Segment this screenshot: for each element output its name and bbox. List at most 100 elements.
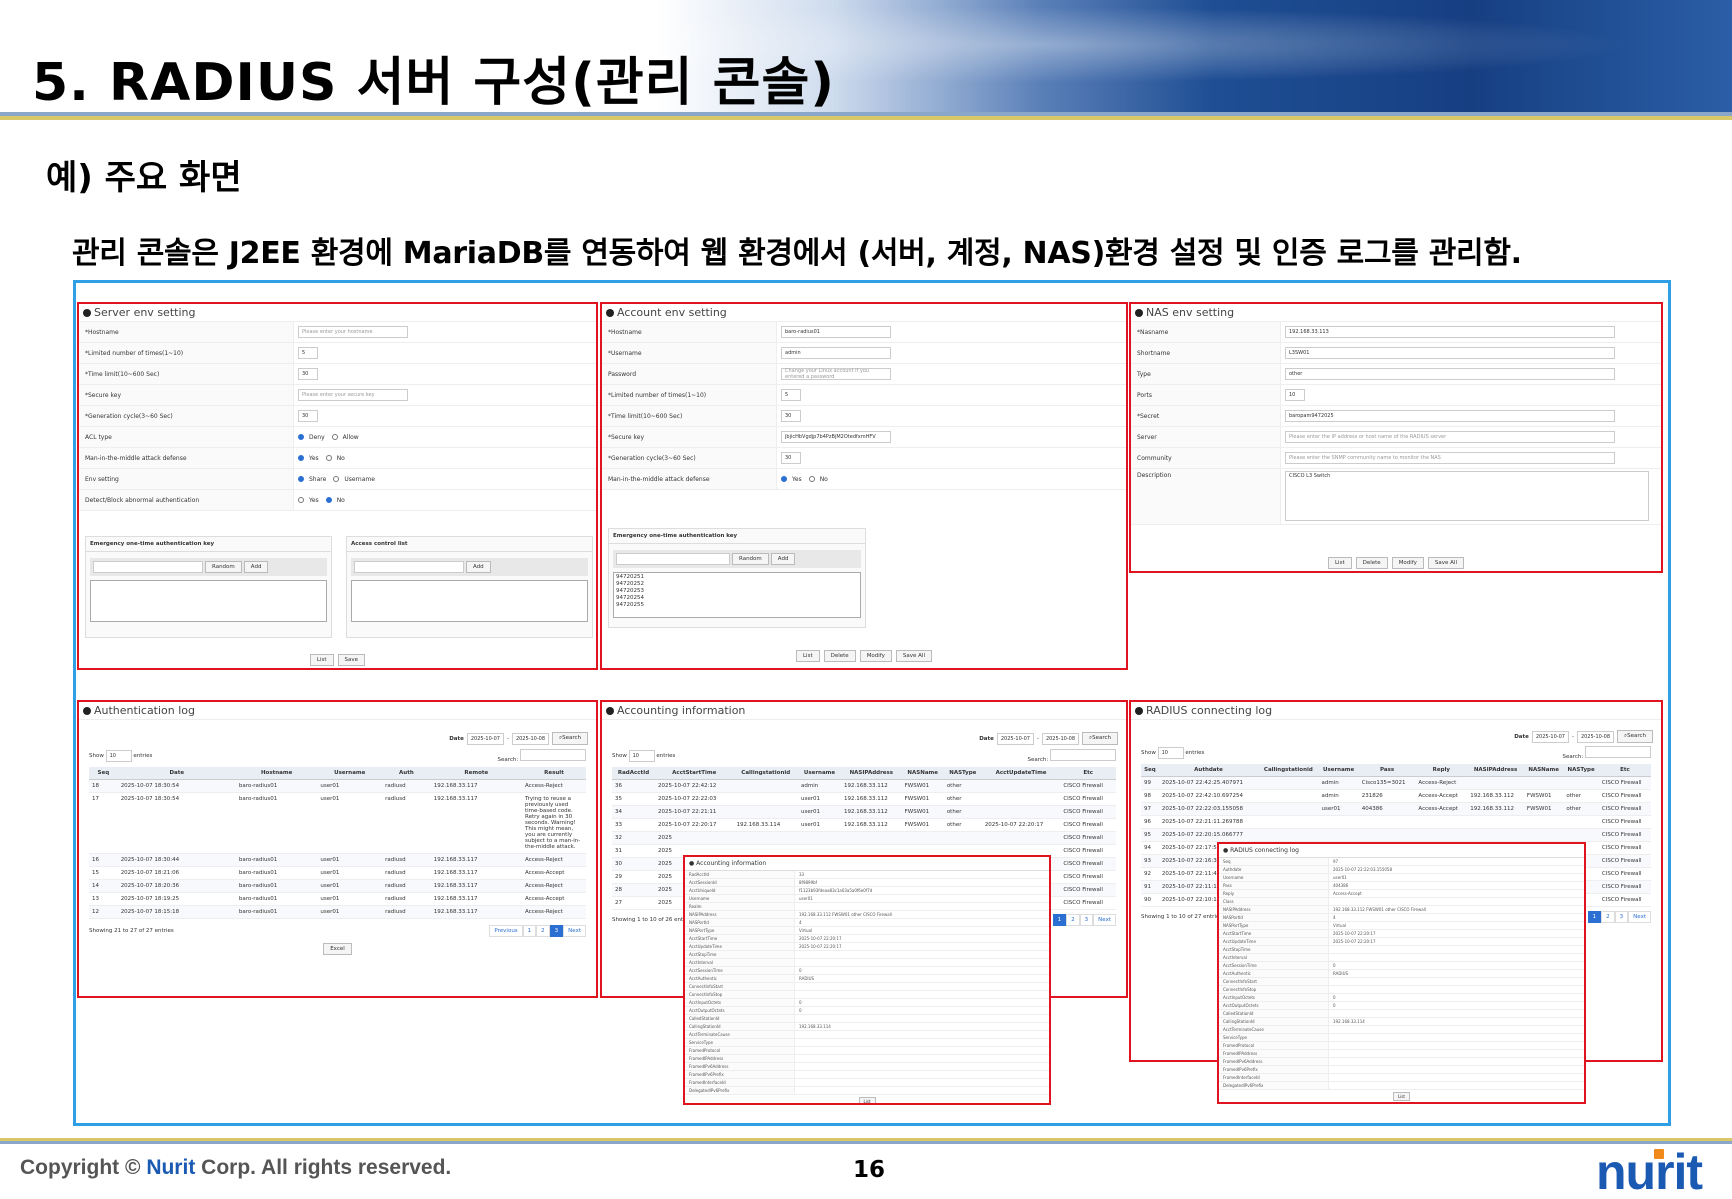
table-row[interactable]: 16 2025-10-07 18:30:44 baro-radius01 user01… bbox=[89, 853, 586, 867]
otp-key-item[interactable]: 94720255 bbox=[616, 602, 858, 609]
delete-button[interactable]: Delete bbox=[823, 650, 856, 662]
field-input[interactable]: Please enter the IP address or host name… bbox=[1285, 431, 1615, 443]
field-input[interactable]: L3SW01 bbox=[1285, 347, 1615, 359]
table-row[interactable]: 18 2025-10-07 18:30:54 baro-radius01 user01… bbox=[89, 779, 586, 793]
field-input[interactable]: 30 bbox=[781, 410, 801, 422]
column-header[interactable]: Callingstationid bbox=[733, 767, 798, 780]
column-header[interactable]: Etc bbox=[1598, 764, 1651, 777]
delete-button[interactable]: Delete bbox=[1355, 557, 1388, 569]
table-row[interactable]: 35 2025-10-07 22:22:03 user01 192.168.33.11… bbox=[612, 792, 1116, 806]
column-header[interactable]: Result bbox=[522, 767, 586, 780]
column-header[interactable]: Hostname bbox=[235, 767, 318, 780]
field-input[interactable]: Please enter your secure key bbox=[298, 389, 408, 401]
radius-page-size-select[interactable]: 10 bbox=[1157, 747, 1184, 759]
save-button[interactable]: Save bbox=[337, 654, 366, 666]
field-input[interactable]: Change your Linux account if you entered… bbox=[781, 368, 891, 380]
auth-date-to[interactable]: 2025-10-08 bbox=[511, 732, 549, 745]
pagination-2[interactable]: 2 bbox=[1601, 911, 1615, 923]
column-header[interactable]: NASName bbox=[1523, 764, 1564, 777]
excel-button[interactable]: Excel bbox=[323, 943, 352, 955]
pagination-next[interactable]: Next bbox=[563, 925, 586, 937]
modify-button[interactable]: Modify bbox=[859, 650, 892, 662]
column-header[interactable]: Date bbox=[117, 767, 236, 780]
field-input[interactable]: jbjicHbVgdjp7b4PzBjM2OtedfxmHFV bbox=[781, 431, 891, 443]
column-header[interactable]: Reply bbox=[1415, 764, 1468, 777]
pagination-next[interactable]: Next bbox=[1628, 911, 1651, 923]
account-otp-list[interactable]: 94720251 94720252 94720253 94720254 94720255 bbox=[613, 572, 861, 618]
otp-key-item[interactable]: 94720254 bbox=[616, 595, 858, 602]
otp-key-list[interactable] bbox=[90, 580, 327, 622]
table-row[interactable]: 98 2025-10-07 22:42:10.697254 admin 231826 A… bbox=[1141, 789, 1651, 803]
pagination-2[interactable]: 2 bbox=[1066, 914, 1080, 926]
radius-search-button[interactable]: ⌕Search bbox=[1617, 730, 1653, 743]
table-row[interactable]: 99 2025-10-07 22:42:25.407971 admin Cisco13… bbox=[1141, 776, 1651, 790]
account-otp-input[interactable] bbox=[616, 553, 730, 565]
list-button[interactable]: List bbox=[795, 650, 820, 662]
acl-add-button[interactable]: Add bbox=[466, 561, 491, 573]
acct-date-to[interactable]: 2025-10-08 bbox=[1041, 732, 1079, 745]
otp-key-item[interactable]: 94720252 bbox=[616, 581, 858, 588]
field-input[interactable]: 5 bbox=[298, 347, 318, 359]
field-input[interactable]: 192.168.33.113 bbox=[1285, 326, 1615, 338]
radius-table-search-input[interactable] bbox=[1585, 746, 1651, 758]
save-all-button[interactable]: Save All bbox=[895, 650, 932, 662]
mitm-no-radio[interactable] bbox=[325, 455, 332, 461]
table-row[interactable]: 17 2025-10-07 18:30:54 baro-radius01 user01… bbox=[89, 792, 586, 854]
field-input[interactable]: Please enter the SNMP community name to … bbox=[1285, 452, 1615, 464]
column-header[interactable]: Username bbox=[798, 767, 841, 780]
pagination-2[interactable]: 2 bbox=[536, 925, 550, 937]
save-all-button[interactable]: Save All bbox=[1427, 557, 1464, 569]
account-mitm-no-radio[interactable] bbox=[808, 476, 815, 482]
pagination-1[interactable]: 1 bbox=[1052, 914, 1067, 926]
acl-deny-radio[interactable] bbox=[298, 434, 304, 440]
column-header[interactable]: Callingstationid bbox=[1258, 764, 1319, 777]
pagination-1[interactable]: 1 bbox=[522, 925, 537, 937]
column-header[interactable]: NASName bbox=[901, 767, 944, 780]
auth-search-button[interactable]: ⌕Search bbox=[552, 732, 588, 745]
acct-search-button[interactable]: ⌕Search bbox=[1082, 732, 1118, 745]
pagination-next[interactable]: Next bbox=[1093, 914, 1116, 926]
column-header[interactable]: Pass bbox=[1358, 764, 1416, 777]
table-row[interactable]: 12 2025-10-07 18:15:18 baro-radius01 user01… bbox=[89, 905, 586, 919]
otp-key-item[interactable]: 94720251 bbox=[616, 574, 858, 581]
column-header[interactable]: Username bbox=[1318, 764, 1359, 777]
modify-button[interactable]: Modify bbox=[1391, 557, 1424, 569]
field-input[interactable]: 5 bbox=[781, 389, 801, 401]
column-header[interactable]: Auth bbox=[382, 767, 431, 780]
acl-input[interactable] bbox=[354, 561, 464, 573]
radius-popup-list-button[interactable]: List bbox=[1393, 1092, 1410, 1101]
table-row[interactable]: 36 2025-10-07 22:42:12 admin 192.168.33.112… bbox=[612, 779, 1116, 793]
column-header[interactable]: AcctUpdateTime bbox=[981, 767, 1061, 780]
radius-date-to[interactable]: 2025-10-08 bbox=[1576, 730, 1614, 743]
field-input[interactable]: Please enter your hostname bbox=[298, 326, 408, 338]
mitm-yes-radio[interactable] bbox=[298, 455, 304, 461]
field-input[interactable]: baro-radius01 bbox=[781, 326, 891, 338]
pagination-3[interactable]: 3 bbox=[549, 925, 564, 937]
field-input[interactable]: other bbox=[1285, 368, 1615, 380]
env-username-radio[interactable] bbox=[333, 476, 340, 482]
table-row[interactable]: 95 2025-10-07 22:20:15.066777 CISCO Firewa… bbox=[1141, 828, 1651, 842]
acct-table-search-input[interactable] bbox=[1050, 749, 1116, 761]
column-header[interactable]: Seq bbox=[89, 767, 118, 780]
otp-key-input[interactable] bbox=[93, 561, 203, 573]
table-row[interactable]: 96 2025-10-07 22:21:11.269788 CISCO Firewa… bbox=[1141, 815, 1651, 829]
column-header[interactable]: NASType bbox=[943, 767, 982, 780]
column-header[interactable]: NASIPAddress bbox=[841, 767, 902, 780]
auth-page-size-select[interactable]: 10 bbox=[105, 750, 132, 762]
list-button[interactable]: List bbox=[309, 654, 334, 666]
field-input[interactable]: 30 bbox=[298, 410, 318, 422]
pagination-previous[interactable]: Previous bbox=[489, 925, 523, 937]
acct-date-from[interactable]: 2025-10-07 bbox=[996, 732, 1034, 745]
table-row[interactable]: 33 2025-10-07 22:20:17 192.168.33.114 user0… bbox=[612, 818, 1116, 832]
auth-date-from[interactable]: 2025-10-07 bbox=[466, 732, 504, 745]
account-add-button[interactable]: Add bbox=[770, 553, 796, 565]
column-header[interactable]: Etc bbox=[1060, 767, 1116, 780]
otp-key-item[interactable]: 94720253 bbox=[616, 588, 858, 595]
auth-table-search-input[interactable] bbox=[520, 749, 586, 761]
env-share-radio[interactable] bbox=[298, 476, 304, 482]
acl-list[interactable] bbox=[351, 580, 588, 622]
field-input[interactable]: baropam9472025 bbox=[1285, 410, 1615, 422]
table-row[interactable]: 97 2025-10-07 22:22:03.155058 user01 404386… bbox=[1141, 802, 1651, 816]
pagination-1[interactable]: 1 bbox=[1587, 911, 1602, 923]
detect-yes-radio[interactable] bbox=[298, 497, 304, 503]
